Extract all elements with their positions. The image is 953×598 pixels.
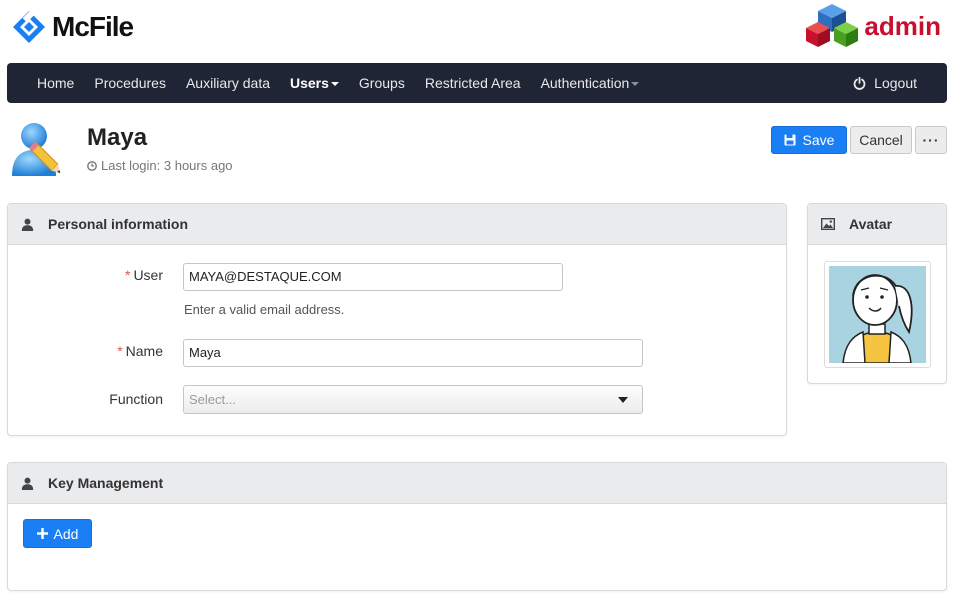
cancel-button[interactable]: Cancel <box>850 126 912 154</box>
last-login-text: Last login: 3 hours ago <box>101 158 233 173</box>
avatar-header: Avatar <box>808 204 946 245</box>
nav-authentication[interactable]: Authentication <box>531 63 650 103</box>
admin-label: admin <box>864 10 941 41</box>
last-login: Last login: 3 hours ago <box>87 158 233 173</box>
admin-cubes-icon <box>806 4 859 47</box>
save-button[interactable]: Save <box>771 126 847 154</box>
nav-authentication-label: Authentication <box>540 75 630 91</box>
nav-users[interactable]: Users <box>280 63 349 103</box>
user-label: * User <box>8 267 163 283</box>
caret-down-icon <box>330 82 339 87</box>
name-label: * Name <box>8 343 163 359</box>
caret-down-icon <box>631 82 640 87</box>
clock-icon <box>87 160 97 171</box>
avatar-panel: Avatar <box>807 203 947 384</box>
key-management-panel: Key Management Add <box>7 462 947 591</box>
user-icon <box>21 218 34 231</box>
user-icon <box>21 477 34 490</box>
personal-information-title: Personal information <box>48 216 189 232</box>
personal-information-header: Personal information <box>8 204 786 245</box>
logout-button[interactable]: Logout <box>843 63 947 103</box>
nav-home[interactable]: Home <box>27 63 84 103</box>
power-icon <box>853 76 866 90</box>
function-select[interactable]: Select... <box>183 385 643 414</box>
brand[interactable]: McFile <box>12 10 134 44</box>
avatar-image <box>829 266 926 363</box>
top-header: McFile admin <box>0 0 953 60</box>
page-header: Maya Last login: 3 hours ago Save Cancel… <box>10 120 947 180</box>
nav-users-label: Users <box>290 75 329 91</box>
nav-restricted-area[interactable]: Restricted Area <box>415 63 531 103</box>
image-icon <box>821 218 835 230</box>
name-field[interactable]: Maya <box>183 339 643 367</box>
key-management-header: Key Management <box>8 463 946 504</box>
user-edit-icon <box>12 123 61 176</box>
nav-procedures[interactable]: Procedures <box>84 63 176 103</box>
save-label: Save <box>802 132 835 148</box>
personal-information-panel: Personal information * User MAYA@DESTAQUE… <box>7 203 787 436</box>
key-management-title: Key Management <box>48 475 164 491</box>
name-label-text: Name <box>125 343 163 359</box>
admin-logo: admin <box>804 2 941 50</box>
nav-auxiliary-data[interactable]: Auxiliary data <box>176 63 280 103</box>
required-mark: * <box>117 343 123 359</box>
logout-label: Logout <box>874 75 917 91</box>
avatar-title: Avatar <box>849 216 893 232</box>
nav-groups[interactable]: Groups <box>349 63 415 103</box>
required-mark: * <box>124 267 131 283</box>
user-label-text: User <box>133 267 163 283</box>
add-label: Add <box>53 525 79 542</box>
mcfile-logo-icon <box>13 10 45 43</box>
user-email-field[interactable]: MAYA@DESTAQUE.COM <box>183 263 563 291</box>
brand-name: McFile <box>52 11 134 42</box>
page-actions: Save Cancel ··· <box>771 126 947 154</box>
floppy-disk-icon <box>784 134 796 146</box>
more-options-button[interactable]: ··· <box>915 126 947 154</box>
main-navbar: Home Procedures Auxiliary data Users Gro… <box>7 63 947 103</box>
chevron-down-icon <box>618 397 628 403</box>
avatar-image-frame[interactable] <box>824 261 931 368</box>
function-label: Function <box>109 391 163 407</box>
plus-icon <box>36 528 48 539</box>
function-placeholder: Select... <box>189 392 236 407</box>
user-help-text: Enter a valid email address. <box>184 302 345 317</box>
page-title: Maya <box>87 124 148 151</box>
add-key-button[interactable]: Add <box>23 519 92 548</box>
